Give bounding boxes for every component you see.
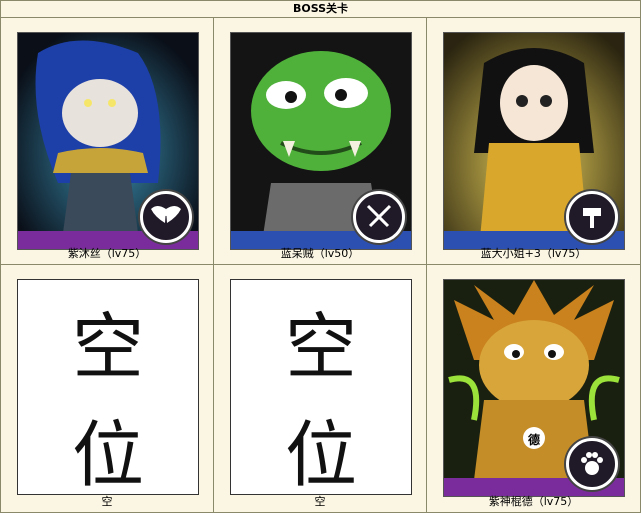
boss-name-label: 蓝大小姐+3（lv75）	[480, 247, 587, 260]
panel-title: BOSS关卡	[1, 1, 640, 18]
boss-portrait-3[interactable]	[443, 32, 625, 250]
crossed-daggers-icon	[353, 191, 405, 243]
boss-name-label: 空	[314, 495, 326, 508]
boss-name-label: 蓝呆贼（lv50）	[280, 247, 360, 260]
empty-slot-glyph-bottom: 位	[284, 413, 357, 497]
boss-portrait-2[interactable]	[230, 32, 412, 250]
wings-icon	[140, 191, 192, 243]
boss-slot-6[interactable]: 德 紫神棍德（lv75）	[427, 265, 640, 512]
boss-name-label: 紫沐丝（lv75）	[67, 247, 147, 260]
empty-slot-card[interactable]: 空 位	[17, 279, 199, 497]
boss-name-label: 空	[101, 495, 113, 508]
boss-stage-panel: BOSS关卡 紫沐丝（lv75） 蓝呆贼（lv50） 蓝大小姐+3（lv75） …	[0, 0, 641, 513]
boss-slot-4[interactable]: 空 位 空	[1, 265, 214, 512]
empty-slot-glyph-top: 空	[71, 305, 144, 389]
boss-slot-grid: 紫沐丝（lv75） 蓝呆贼（lv50） 蓝大小姐+3（lv75） 空 位 空 空…	[1, 18, 640, 512]
boss-slot-3[interactable]: 蓝大小姐+3（lv75）	[427, 18, 640, 265]
boss-slot-1[interactable]: 紫沐丝（lv75）	[1, 18, 214, 265]
boss-name-label: 紫神棍德（lv75）	[488, 495, 579, 508]
empty-slot-card[interactable]: 空 位	[230, 279, 412, 497]
boss-slot-5[interactable]: 空 位 空	[214, 265, 427, 512]
boss-slot-2[interactable]: 蓝呆贼（lv50）	[214, 18, 427, 265]
paw-icon	[566, 438, 618, 490]
empty-slot-glyph-bottom: 位	[71, 413, 144, 497]
emblem-text: 德	[527, 433, 540, 447]
empty-slot-glyph-top: 空	[284, 305, 357, 389]
boss-portrait-6[interactable]: 德	[443, 279, 625, 497]
boss-portrait-1[interactable]	[17, 32, 199, 250]
hammer-icon	[566, 191, 618, 243]
